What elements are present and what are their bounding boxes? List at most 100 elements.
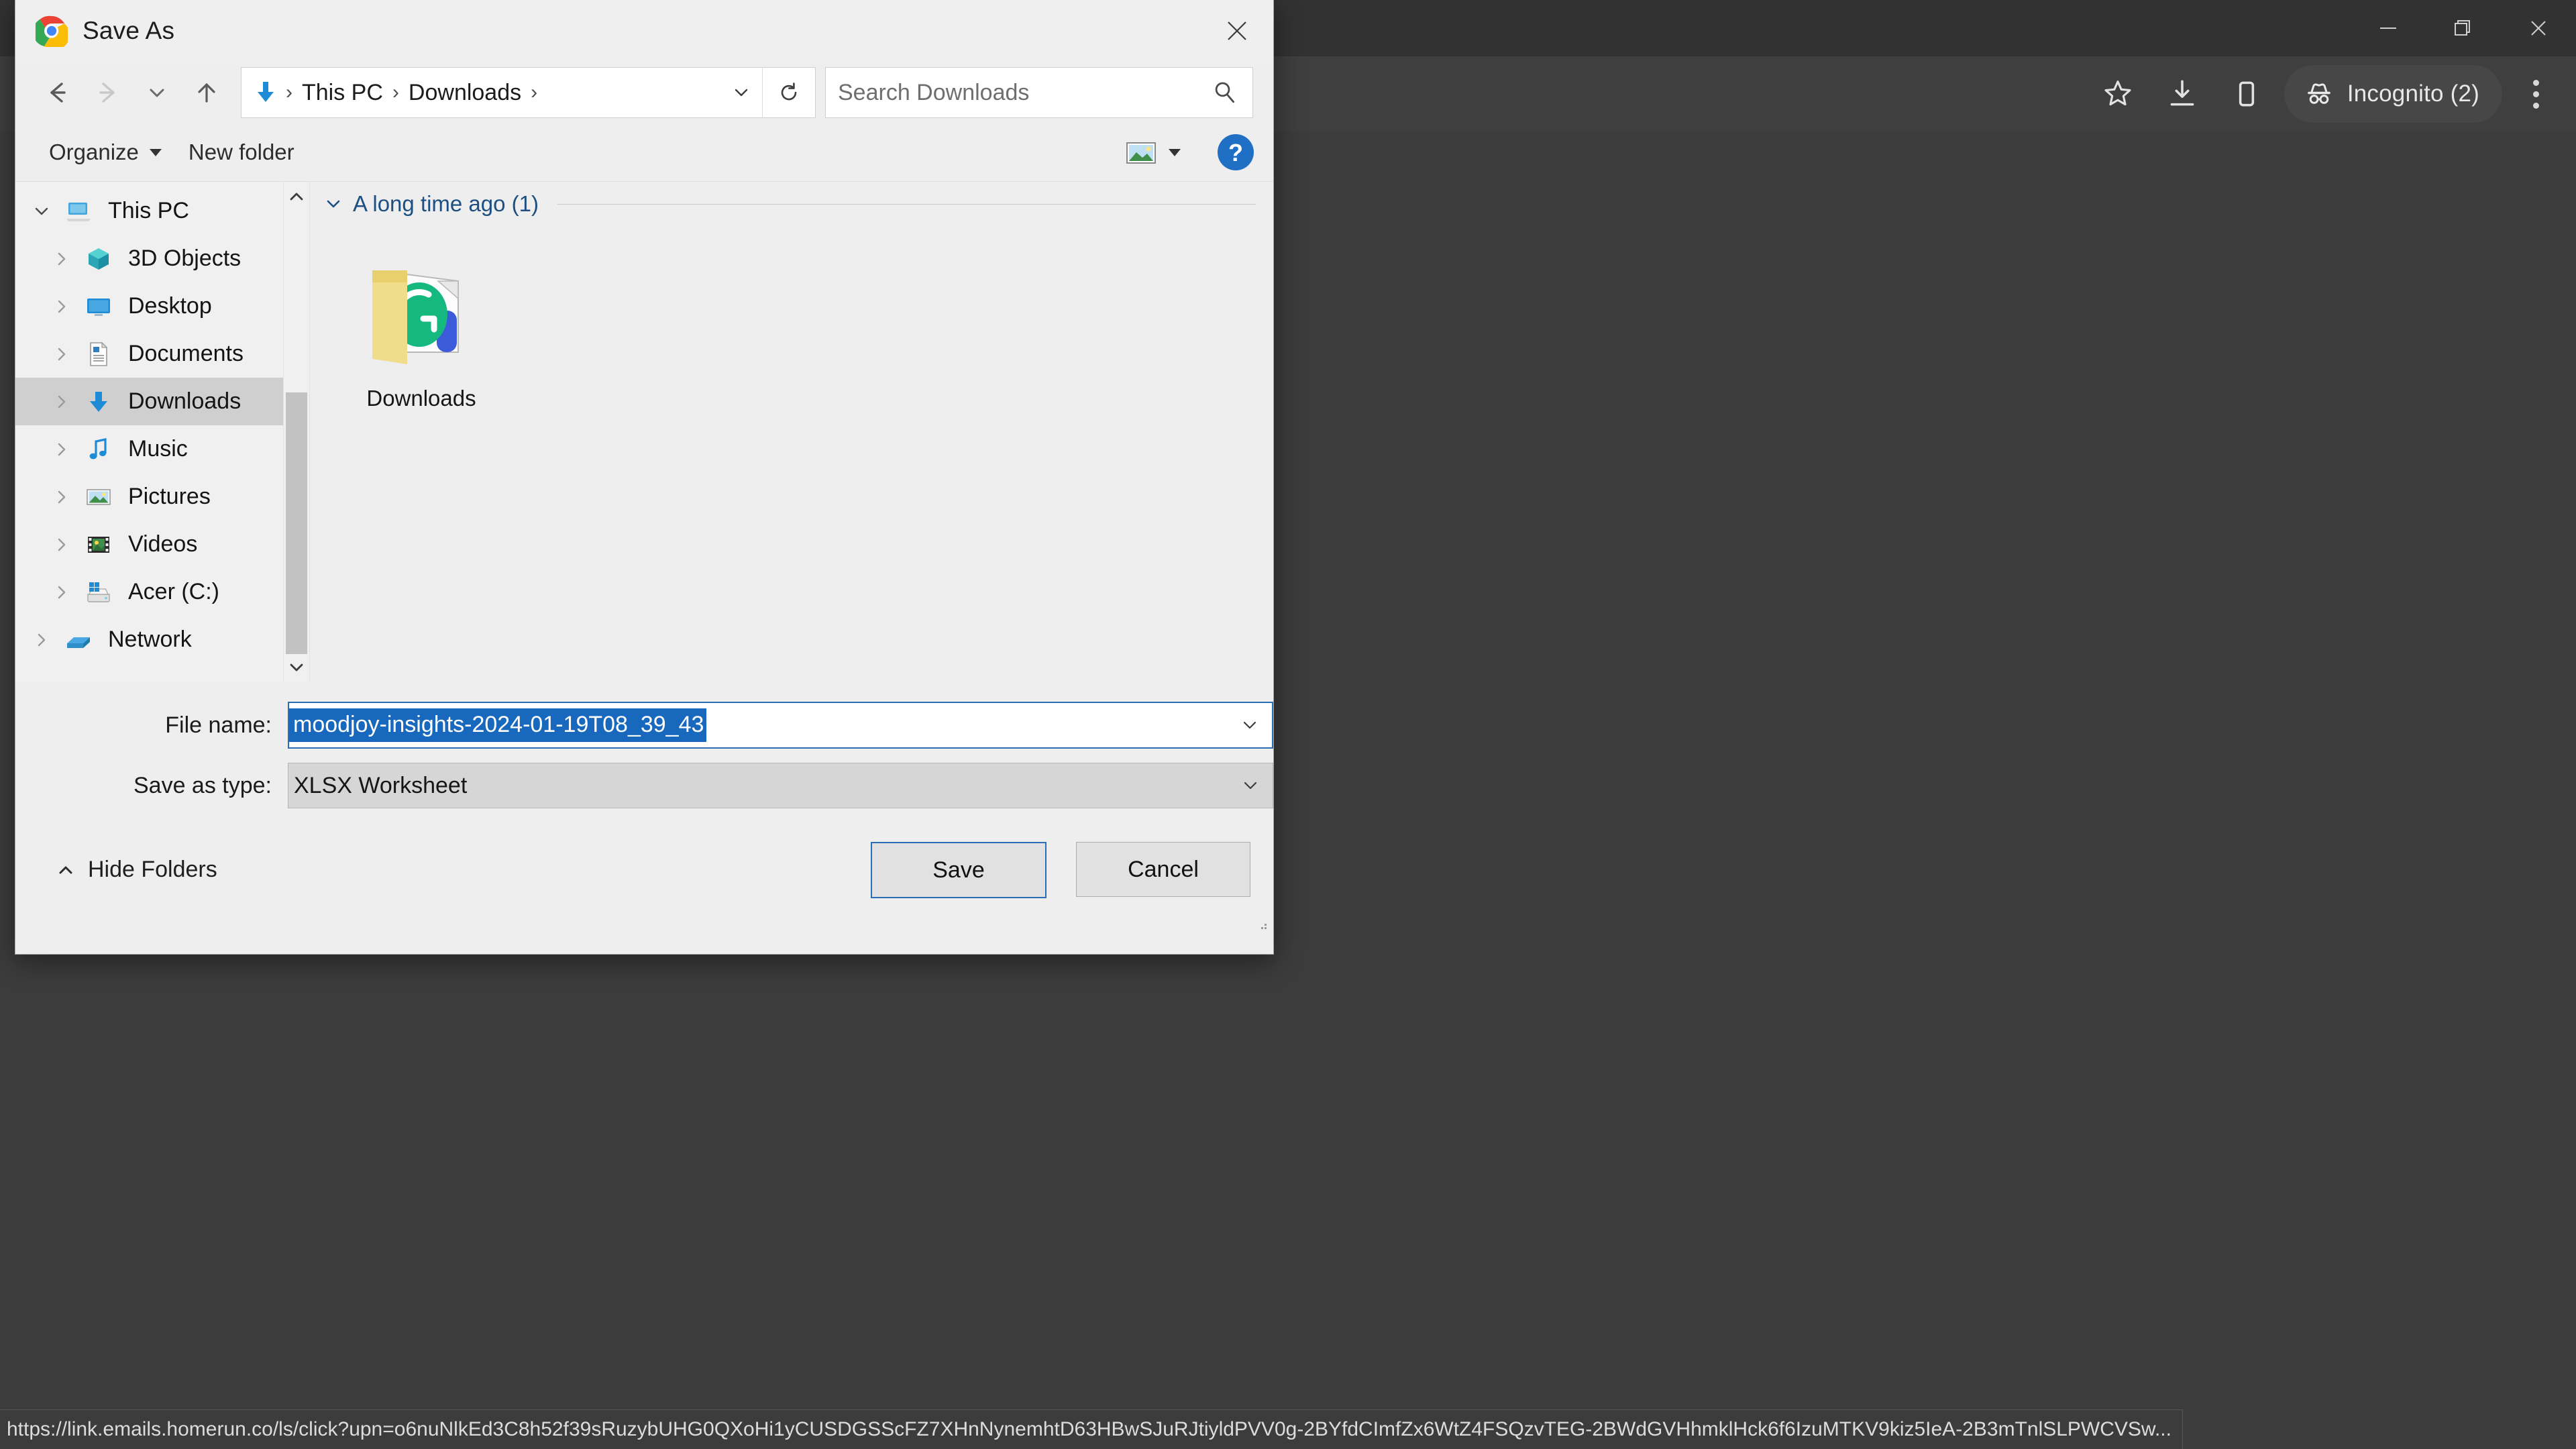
tree-item-network[interactable]: Network: [15, 616, 284, 663]
tree-scrollbar[interactable]: [283, 182, 309, 682]
path-dropdown-button[interactable]: [720, 68, 762, 117]
arrow-right-icon: [99, 83, 115, 103]
chrome-menu-button[interactable]: [2508, 62, 2564, 126]
tree-expander[interactable]: [42, 430, 81, 469]
close-window-button[interactable]: [2501, 0, 2576, 56]
address-breadcrumb-bar[interactable]: › This PC › Downloads ›: [241, 67, 816, 118]
chevron-right-icon: [58, 395, 66, 408]
tree-expander[interactable]: [22, 192, 61, 231]
caret-down-icon: [149, 148, 162, 156]
new-folder-button[interactable]: New folder: [175, 133, 308, 172]
file-list-view[interactable]: A long time ago (1) Downloads: [310, 182, 1273, 682]
breadcrumb-separator: ›: [286, 81, 292, 103]
tree-item-videos[interactable]: Videos: [15, 521, 284, 568]
three-dot-menu-icon: [2532, 79, 2539, 86]
downloads-button[interactable]: [2150, 62, 2214, 126]
tree-item-music[interactable]: Music: [15, 425, 284, 473]
chevron-right-icon: [58, 300, 66, 313]
tree-expander[interactable]: [42, 239, 81, 278]
resize-grip[interactable]: [1253, 916, 1269, 932]
downloads-arrow-icon: [258, 82, 274, 102]
dialog-navigation-bar: › This PC › Downloads › Search Downloads: [15, 62, 1273, 123]
window-controls: [2351, 0, 2576, 56]
chrome-logo-icon: [36, 15, 68, 47]
scrollbar-thumb[interactable]: [286, 392, 307, 654]
tree-expander[interactable]: [42, 525, 81, 564]
side-panel-button[interactable]: [2214, 62, 2279, 126]
file-name-combobox[interactable]: moodjoy-insights-2024-01-19T08_39_43: [288, 702, 1273, 749]
chevron-up-icon: [59, 866, 72, 873]
incognito-label: Incognito (2): [2347, 80, 2479, 107]
chevron-right-icon: [58, 490, 66, 503]
chevron-down-icon[interactable]: [323, 194, 343, 214]
navigation-tree-rows: This PC 3D Objects Desktop Documents Downloa…: [15, 187, 284, 663]
tree-item-label: Documents: [128, 341, 244, 366]
help-button[interactable]: ?: [1216, 132, 1256, 172]
hide-folders-button[interactable]: Hide Folders: [46, 851, 227, 888]
screen: Incognito (2) https://link.emails.homeru…: [0, 0, 2576, 1449]
chevron-up-icon: [290, 193, 303, 201]
tree-item-documents[interactable]: Documents: [15, 330, 284, 378]
change-view-button[interactable]: [1115, 132, 1190, 172]
tree-expander[interactable]: [42, 478, 81, 517]
tree-item-acer-c[interactable]: Acer (C:): [15, 568, 284, 616]
folder-with-grammarly-icon: [354, 245, 488, 379]
scroll-down-button[interactable]: [284, 653, 309, 682]
back-button[interactable]: [33, 68, 83, 117]
scrollbar-track[interactable]: [284, 211, 309, 654]
close-icon: [2531, 21, 2546, 36]
save-as-type-dropdown-button[interactable]: [1228, 764, 1273, 807]
file-name-input[interactable]: moodjoy-insights-2024-01-19T08_39_43: [289, 708, 707, 742]
restore-icon: [2455, 20, 2470, 36]
refresh-button[interactable]: [762, 68, 815, 117]
search-input[interactable]: Search Downloads: [825, 67, 1253, 118]
tree-item-3d-objects[interactable]: 3D Objects: [15, 235, 284, 282]
chevron-down-icon: [735, 89, 748, 97]
tree-expander[interactable]: [42, 573, 81, 612]
tree-expander[interactable]: [42, 382, 81, 421]
chevron-right-icon: [58, 252, 66, 265]
tree-item-pictures[interactable]: Pictures: [15, 473, 284, 521]
incognito-profile-button[interactable]: Incognito (2): [2284, 65, 2502, 123]
navigation-tree: This PC 3D Objects Desktop Documents Downloa…: [15, 182, 310, 682]
breadcrumb-downloads[interactable]: Downloads: [400, 80, 529, 106]
save-as-type-combobox[interactable]: XLSX Worksheet: [288, 763, 1273, 808]
breadcrumb-separator: ›: [531, 81, 538, 103]
organize-button[interactable]: Organize: [36, 133, 175, 172]
tree-item-label: This PC: [108, 198, 189, 223]
file-name-dropdown-button[interactable]: [1228, 704, 1272, 747]
tree-item-desktop[interactable]: Desktop: [15, 282, 284, 330]
save-button[interactable]: Save: [871, 842, 1046, 898]
cancel-button[interactable]: Cancel: [1076, 842, 1250, 897]
list-item[interactable]: Downloads: [337, 235, 506, 418]
scroll-up-button[interactable]: [284, 182, 309, 211]
help-icon: ?: [1228, 139, 1243, 166]
bookmark-button[interactable]: [2086, 62, 2150, 126]
file-group-header[interactable]: A long time ago (1): [310, 182, 1273, 226]
tree-item-downloads[interactable]: Downloads: [15, 378, 284, 425]
dialog-form: File name: moodjoy-insights-2024-01-19T0…: [15, 682, 1273, 811]
tree-expander[interactable]: [42, 287, 81, 326]
file-tiles: Downloads: [310, 226, 1273, 418]
search-placeholder: Search Downloads: [838, 79, 1030, 105]
up-one-level-button[interactable]: [182, 68, 231, 117]
dialog-close-button[interactable]: [1201, 0, 1273, 62]
breadcrumb-this-pc[interactable]: This PC: [294, 80, 391, 106]
chevron-right-icon: [58, 347, 66, 360]
tree-expander[interactable]: [42, 335, 81, 374]
minimize-button[interactable]: [2351, 0, 2426, 56]
tree-item-label: Desktop: [128, 293, 212, 319]
pictures-icon: [81, 480, 116, 515]
restore-button[interactable]: [2426, 0, 2501, 56]
chevron-down-icon: [150, 89, 164, 97]
recent-locations-button[interactable]: [132, 68, 182, 117]
tree-item-label: Videos: [128, 531, 198, 557]
chrome-toolbar-actions: Incognito (2): [2086, 56, 2564, 131]
forward-button[interactable]: [83, 68, 132, 117]
save-as-type-row: Save as type: XLSX Worksheet: [15, 760, 1273, 811]
downloads-icon: [81, 384, 116, 419]
tree-item-this-pc[interactable]: This PC: [15, 187, 284, 235]
close-icon: [1228, 21, 1246, 40]
chevron-right-icon: [38, 633, 46, 646]
tree-expander[interactable]: [22, 621, 61, 659]
